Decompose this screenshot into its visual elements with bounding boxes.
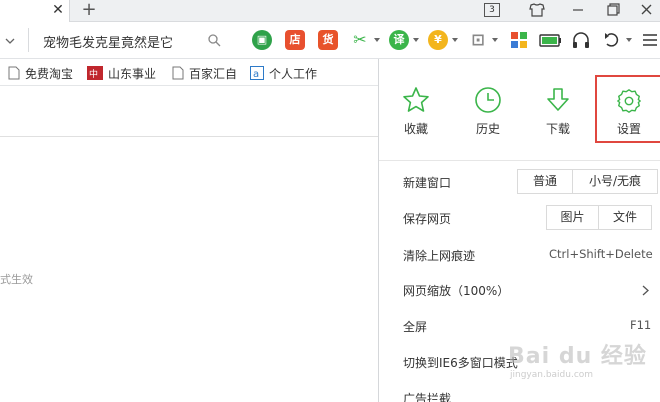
chevron-down-icon[interactable] — [374, 38, 380, 42]
zoom-label: 网页缩放（100%） — [403, 284, 510, 298]
bookmark-item[interactable]: 免费淘宝 — [8, 65, 78, 81]
address-text[interactable]: 宠物毛发克星竟然是它 — [43, 32, 173, 51]
clock-icon — [475, 87, 501, 113]
chevron-down-icon[interactable] — [452, 38, 458, 42]
close-window-icon[interactable] — [634, 0, 660, 20]
settings-label: 设置 — [616, 122, 641, 136]
skin-icon[interactable] — [524, 0, 550, 20]
reader-icon[interactable]: ▣ — [252, 30, 272, 50]
clear-history-label: 清除上网痕迹 — [403, 249, 476, 263]
quick-actions: 收藏 历史 下载 设置 — [379, 59, 660, 161]
menu-row-save-page: 保存网页 图片 文件 — [379, 203, 660, 233]
download-label: 下载 — [545, 122, 570, 136]
new-tab-button[interactable]: + — [80, 1, 98, 19]
history-button[interactable]: 历史 — [455, 73, 521, 155]
watermark: Bai du 经验 jingyan.baidu.com — [488, 332, 646, 388]
goods-icon[interactable]: 货 — [318, 30, 338, 50]
edu-icon: 中 — [87, 66, 103, 80]
download-icon — [547, 88, 569, 111]
search-icon[interactable] — [207, 33, 221, 47]
svg-text:a: a — [253, 69, 259, 80]
ad-block-label: 广告拦截 — [403, 392, 452, 402]
page-icon — [8, 66, 20, 80]
store-icon[interactable]: 店 — [285, 30, 305, 50]
content-text: 式生效 — [0, 273, 33, 286]
game-icon[interactable]: ⊡ — [468, 30, 488, 50]
new-window-normal-button[interactable]: 普通 — [517, 169, 573, 194]
chevron-down-icon[interactable] — [626, 38, 632, 42]
chevron-down-icon[interactable] — [413, 38, 419, 42]
active-tab[interactable]: ✕ — [0, 0, 70, 22]
tab-close-icon[interactable]: ✕ — [50, 2, 66, 18]
gear-icon — [617, 89, 641, 113]
divider — [0, 136, 378, 137]
bookmark-item[interactable]: 百家汇自 — [172, 65, 244, 81]
save-page-label: 保存网页 — [403, 212, 452, 226]
menu-row-new-window: 新建窗口 普通 小号/无痕 — [379, 167, 660, 197]
translate-icon[interactable]: 译 — [389, 30, 409, 50]
clear-history-shortcut: Ctrl+Shift+Delete — [549, 247, 653, 261]
save-image-button[interactable]: 图片 — [546, 205, 599, 230]
bookmark-item[interactable]: a 个人工作 — [250, 65, 322, 81]
history-label: 历史 — [475, 122, 500, 136]
address-bar[interactable]: 宠物毛发克星竟然是它 — [28, 28, 228, 52]
favorites-button[interactable]: 收藏 — [383, 73, 449, 155]
save-file-button[interactable]: 文件 — [598, 205, 652, 230]
menu-item-zoom[interactable]: 网页缩放（100%） — [379, 275, 660, 305]
new-window-label: 新建窗口 — [403, 176, 452, 190]
menu-item-clear-history[interactable]: 清除上网痕迹 Ctrl+Shift+Delete — [379, 240, 660, 270]
scissors-icon[interactable]: ✂ — [350, 30, 370, 50]
bookmark-label: 山东事业 — [108, 66, 157, 81]
watermark-subtext: jingyan.baidu.com — [510, 370, 594, 380]
coupon-icon[interactable]: ¥ — [428, 30, 448, 50]
page-icon — [172, 66, 184, 80]
chevron-down-icon[interactable] — [492, 38, 498, 42]
new-window-private-button[interactable]: 小号/无痕 — [572, 169, 658, 194]
toolbar: 宠物毛发克星竟然是它 ▣ 店 货 ✂ 译 ¥ ⊡ — [0, 23, 660, 59]
fullscreen-label: 全屏 — [403, 320, 428, 334]
page-content: 式生效 — [0, 87, 378, 402]
svg-text:中: 中 — [89, 68, 98, 80]
undo-icon[interactable] — [602, 30, 622, 50]
fullscreen-shortcut: F11 — [630, 318, 652, 332]
star-icon — [403, 87, 429, 112]
settings-button[interactable]: 设置 — [595, 75, 660, 143]
bookmark-label: 个人工作 — [269, 66, 318, 81]
watermark-text: Bai du 经验 — [508, 344, 647, 369]
a-icon: a — [250, 66, 264, 80]
restore-icon[interactable] — [600, 0, 626, 20]
favorites-label: 收藏 — [403, 122, 428, 136]
menu-icon[interactable] — [641, 30, 659, 50]
bookmark-label: 免费淘宝 — [25, 66, 74, 81]
minimize-icon[interactable] — [565, 0, 591, 20]
bookmark-label: 百家汇自 — [189, 66, 238, 81]
chevron-right-icon — [642, 285, 649, 296]
bookmark-item[interactable]: 中 山东事业 — [87, 65, 159, 81]
chevron-down-icon[interactable] — [4, 35, 16, 47]
headphone-icon[interactable] — [571, 30, 591, 50]
tab-count-badge[interactable]: 3 — [484, 3, 500, 17]
battery-icon[interactable] — [539, 30, 563, 50]
download-button[interactable]: 下载 — [525, 73, 591, 155]
tab-bar: ✕ + 3 — [0, 0, 660, 22]
apps-icon[interactable] — [509, 30, 529, 50]
